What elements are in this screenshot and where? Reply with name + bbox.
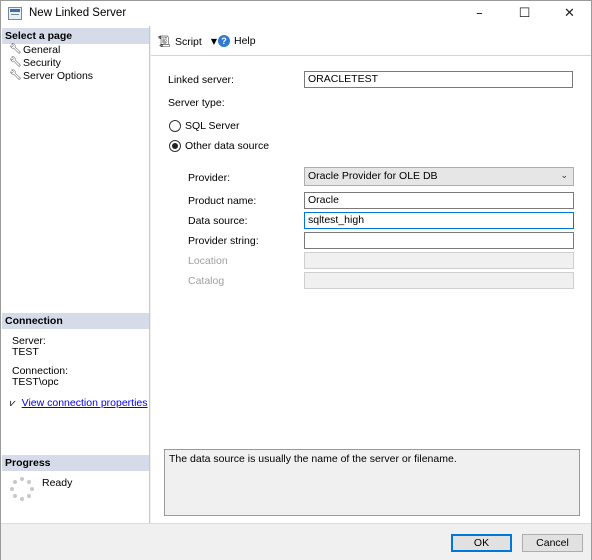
close-icon[interactable]: ✕ (547, 1, 592, 26)
sql-server-option-label[interactable]: SQL Server (185, 120, 239, 132)
help-label: Help (234, 35, 256, 47)
catalog-label: Catalog (188, 275, 225, 287)
cancel-button[interactable]: Cancel (522, 534, 583, 552)
other-data-source-option-label[interactable]: Other data source (185, 140, 269, 152)
description-box: The data source is usually the name of t… (164, 449, 580, 516)
help-button[interactable]: ? Help (218, 35, 256, 47)
select-page-header: Select a page (2, 28, 149, 44)
location-input (304, 252, 574, 269)
product-name-input[interactable]: Oracle (304, 192, 574, 209)
data-source-label: Data source: (188, 215, 248, 227)
other-data-source-radio[interactable] (169, 140, 181, 152)
minimize-icon[interactable]: – (457, 1, 502, 26)
server-value: TEST (12, 346, 39, 358)
location-label: Location (188, 255, 228, 267)
title-bar[interactable]: New Linked Server – ☐ ✕ (1, 1, 591, 26)
sql-server-radio[interactable] (169, 120, 181, 132)
product-name-label: Product name: (188, 195, 257, 207)
wrench-icon: 🔧︎ (9, 70, 22, 81)
sidebar-item-label: Security (23, 57, 61, 69)
description-text: The data source is usually the name of t… (169, 453, 457, 465)
wrench-icon: 🔧︎ (9, 57, 22, 68)
help-icon: ? (218, 35, 230, 47)
window-title: New Linked Server (29, 7, 127, 19)
script-icon: 📜︎ (157, 35, 171, 48)
view-connection-properties[interactable]: ⩗ View connection properties (10, 397, 148, 409)
sidebar: Select a page 🔧︎ General 🔧︎ Security 🔧︎ … (1, 26, 150, 523)
provider-string-input[interactable] (304, 232, 574, 249)
chevron-down-icon: ⌄ (560, 171, 568, 181)
sidebar-item-server-options[interactable]: 🔧︎ Server Options (9, 69, 93, 83)
view-connection-link[interactable]: View connection properties (22, 397, 148, 409)
progress-header: Progress (2, 455, 149, 471)
provider-string-label: Provider string: (188, 235, 259, 247)
script-button[interactable]: 📜︎ Script ▼ (157, 35, 217, 48)
dialog-footer: OK Cancel (1, 523, 591, 560)
catalog-input (304, 272, 574, 289)
ok-button[interactable]: OK (451, 534, 512, 552)
linked-server-input[interactable]: ORACLETEST (304, 71, 573, 88)
general-page: 📜︎ Script ▼ ? Help Linked server: ORACLE… (151, 26, 591, 523)
maximize-icon[interactable]: ☐ (502, 1, 547, 26)
progress-status: Ready (42, 477, 73, 489)
connection-value: TEST\opc (12, 376, 59, 388)
toolbar: 📜︎ Script ▼ ? Help (151, 26, 591, 56)
script-label: Script (174, 35, 202, 48)
connection-plug-icon: ⩗ (10, 397, 16, 409)
linked-server-label: Linked server: (168, 74, 234, 86)
server-type-label: Server type: (168, 97, 225, 109)
sidebar-item-security[interactable]: 🔧︎ Security (9, 56, 61, 70)
provider-selected-value: Oracle Provider for OLE DB (308, 170, 438, 182)
provider-label: Provider: (188, 172, 231, 184)
new-linked-server-window: New Linked Server – ☐ ✕ Select a page 🔧︎… (0, 0, 592, 560)
wrench-icon: 🔧︎ (9, 44, 22, 55)
data-source-input[interactable]: sqltest_high (304, 212, 574, 229)
progress-spinner-icon (10, 477, 34, 501)
provider-select[interactable]: Oracle Provider for OLE DB ⌄ (304, 167, 574, 186)
connection-header: Connection (2, 313, 149, 329)
dropdown-arrow-icon[interactable]: ▼ (211, 37, 217, 46)
sidebar-item-label: Server Options (23, 70, 94, 82)
app-icon (8, 7, 22, 20)
sidebar-item-label: General (23, 44, 61, 56)
sidebar-item-general[interactable]: 🔧︎ General (9, 43, 60, 57)
